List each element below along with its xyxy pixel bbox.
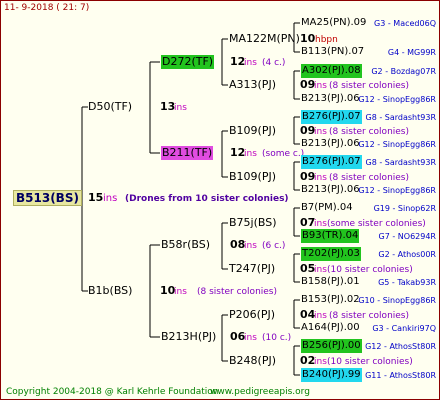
gen3-ins-label: ins [314, 81, 327, 91]
root-drone-note: (Drones from 10 sister colonies) [125, 194, 289, 204]
gen3-queen-name[interactable]: A313(PJ) [229, 78, 276, 92]
gen4-group-label: G4 - MG99R [387, 48, 436, 57]
gen4-queen-name[interactable]: A164(PJ).00 [301, 321, 360, 335]
gen4-group-label: G8 - Sardasht93R [365, 113, 436, 122]
gen1-ins-label: ins [174, 103, 187, 113]
gen2-sister-note: (10 c.) [262, 333, 292, 343]
gen3-queen-name[interactable]: B75j(BS) [229, 216, 277, 230]
gen1-ins-label: ins [174, 287, 187, 297]
gen4-group-label: G11 - AthosSt80R [365, 371, 436, 380]
gen4-group-label: G12 - SinopEgg86R [358, 95, 436, 104]
gen3-queen-name[interactable]: P206(PJ) [229, 308, 275, 322]
gen2-ins-label: ins [244, 58, 257, 68]
gen3-queen-name[interactable]: B109(PJ) [229, 124, 276, 138]
gen4-group-label: G10 - SinopEgg86R [358, 296, 436, 305]
gen3-queen-name[interactable]: MA122M(PN) [229, 32, 300, 46]
gen4-group-label: G5 - Takab93R [378, 278, 436, 287]
gen4-group-label: G2 - Bozdag07R [371, 67, 436, 76]
gen4-queen-name[interactable]: B240(PJ).99 [301, 368, 362, 382]
gen2-queen-name[interactable]: D272(TF) [161, 55, 215, 69]
gen4-group-label: G7 - NO6294R [378, 232, 436, 241]
gen1-queen-name[interactable]: B1b(BS) [88, 284, 132, 298]
gen3-queen-name[interactable]: B248(PJ) [229, 354, 276, 368]
gen4-queen-name[interactable]: B213(PJ).06 [301, 92, 360, 106]
gen4-group-label: G8 - Sardasht93R [365, 158, 436, 167]
gen4-group-label: G2 - Athos00R [378, 250, 436, 259]
gen2-sister-note: (6 c.) [262, 241, 286, 251]
gen4-queen-name[interactable]: B7(PM).04 [301, 201, 353, 215]
gen4-queen-name[interactable]: T202(PJ).03 [301, 247, 361, 261]
gen2-queen-name[interactable]: B213H(PJ) [161, 330, 216, 344]
gen4-queen-name[interactable]: B213(PJ).06 [301, 137, 360, 151]
gen3-ins-count: 10 [300, 32, 316, 45]
gen4-queen-name[interactable]: MA25(PN).09 [301, 16, 366, 30]
gen3-queen-name[interactable]: B109(PJ) [229, 170, 276, 184]
gen4-queen-name[interactable]: B276(PJ).07 [301, 155, 362, 169]
gen4-queen-name[interactable]: B93(TR).04 [301, 229, 360, 243]
gen2-sister-note: (4 c.) [262, 58, 286, 68]
root-ins-label: ins [103, 193, 118, 204]
gen4-queen-name[interactable]: B113(PN).07 [301, 45, 364, 59]
gen4-group-label: G3 - Maced06Q [374, 19, 436, 28]
gen3-sister-note: (8 sister colonies) [329, 81, 410, 91]
gen1-sister-note: (8 sister colonies) [197, 287, 278, 297]
gen3-ins-label: ins [314, 357, 327, 367]
website-link[interactable]: www.pedigreeapis.org [210, 385, 310, 399]
gen4-group-label: G19 - Sinop62R [373, 204, 436, 213]
gen4-queen-name[interactable]: B153(PJ).02 [301, 293, 360, 307]
gen4-group-label: G12 - AthosSt80R [365, 342, 436, 351]
gen2-queen-name[interactable]: B211(TF) [161, 146, 214, 160]
gen4-queen-name[interactable]: B213(PJ).06 [301, 183, 360, 197]
gen3-queen-name[interactable]: T247(PJ) [229, 262, 275, 276]
gen2-ins-label: ins [244, 333, 257, 343]
gen4-queen-name[interactable]: B158(PJ).01 [301, 275, 360, 289]
gen2-ins-label: ins [244, 241, 257, 251]
gen2-queen-name[interactable]: B58r(BS) [161, 238, 210, 252]
gen4-queen-name[interactable]: A302(PJ).08 [301, 64, 362, 78]
gen4-group-label: G12 - SinopEgg86R [358, 140, 436, 149]
root-queen-name[interactable]: B513(BS) [13, 190, 82, 206]
gen2-sister-note: (some c.) [262, 149, 305, 159]
gen2-ins-label: ins [244, 149, 257, 159]
gen4-group-label: G3 - Cankiri97Q [372, 324, 436, 333]
timestamp: 11- 9-2018 ( 21: 7) [4, 3, 90, 13]
gen4-queen-name[interactable]: B256(PJ).00 [301, 339, 362, 353]
root-ins-count: 15 [88, 191, 104, 204]
copyright-text: Copyright 2004-2018 @ Karl Kehrle Founda… [6, 387, 219, 397]
gen4-group-label: G12 - SinopEgg86R [358, 186, 436, 195]
gen3-sister-note: (10 sister colonies) [327, 357, 413, 367]
gen1-queen-name[interactable]: D50(TF) [88, 100, 132, 114]
gen4-queen-name[interactable]: B276(PJ).07 [301, 110, 362, 124]
